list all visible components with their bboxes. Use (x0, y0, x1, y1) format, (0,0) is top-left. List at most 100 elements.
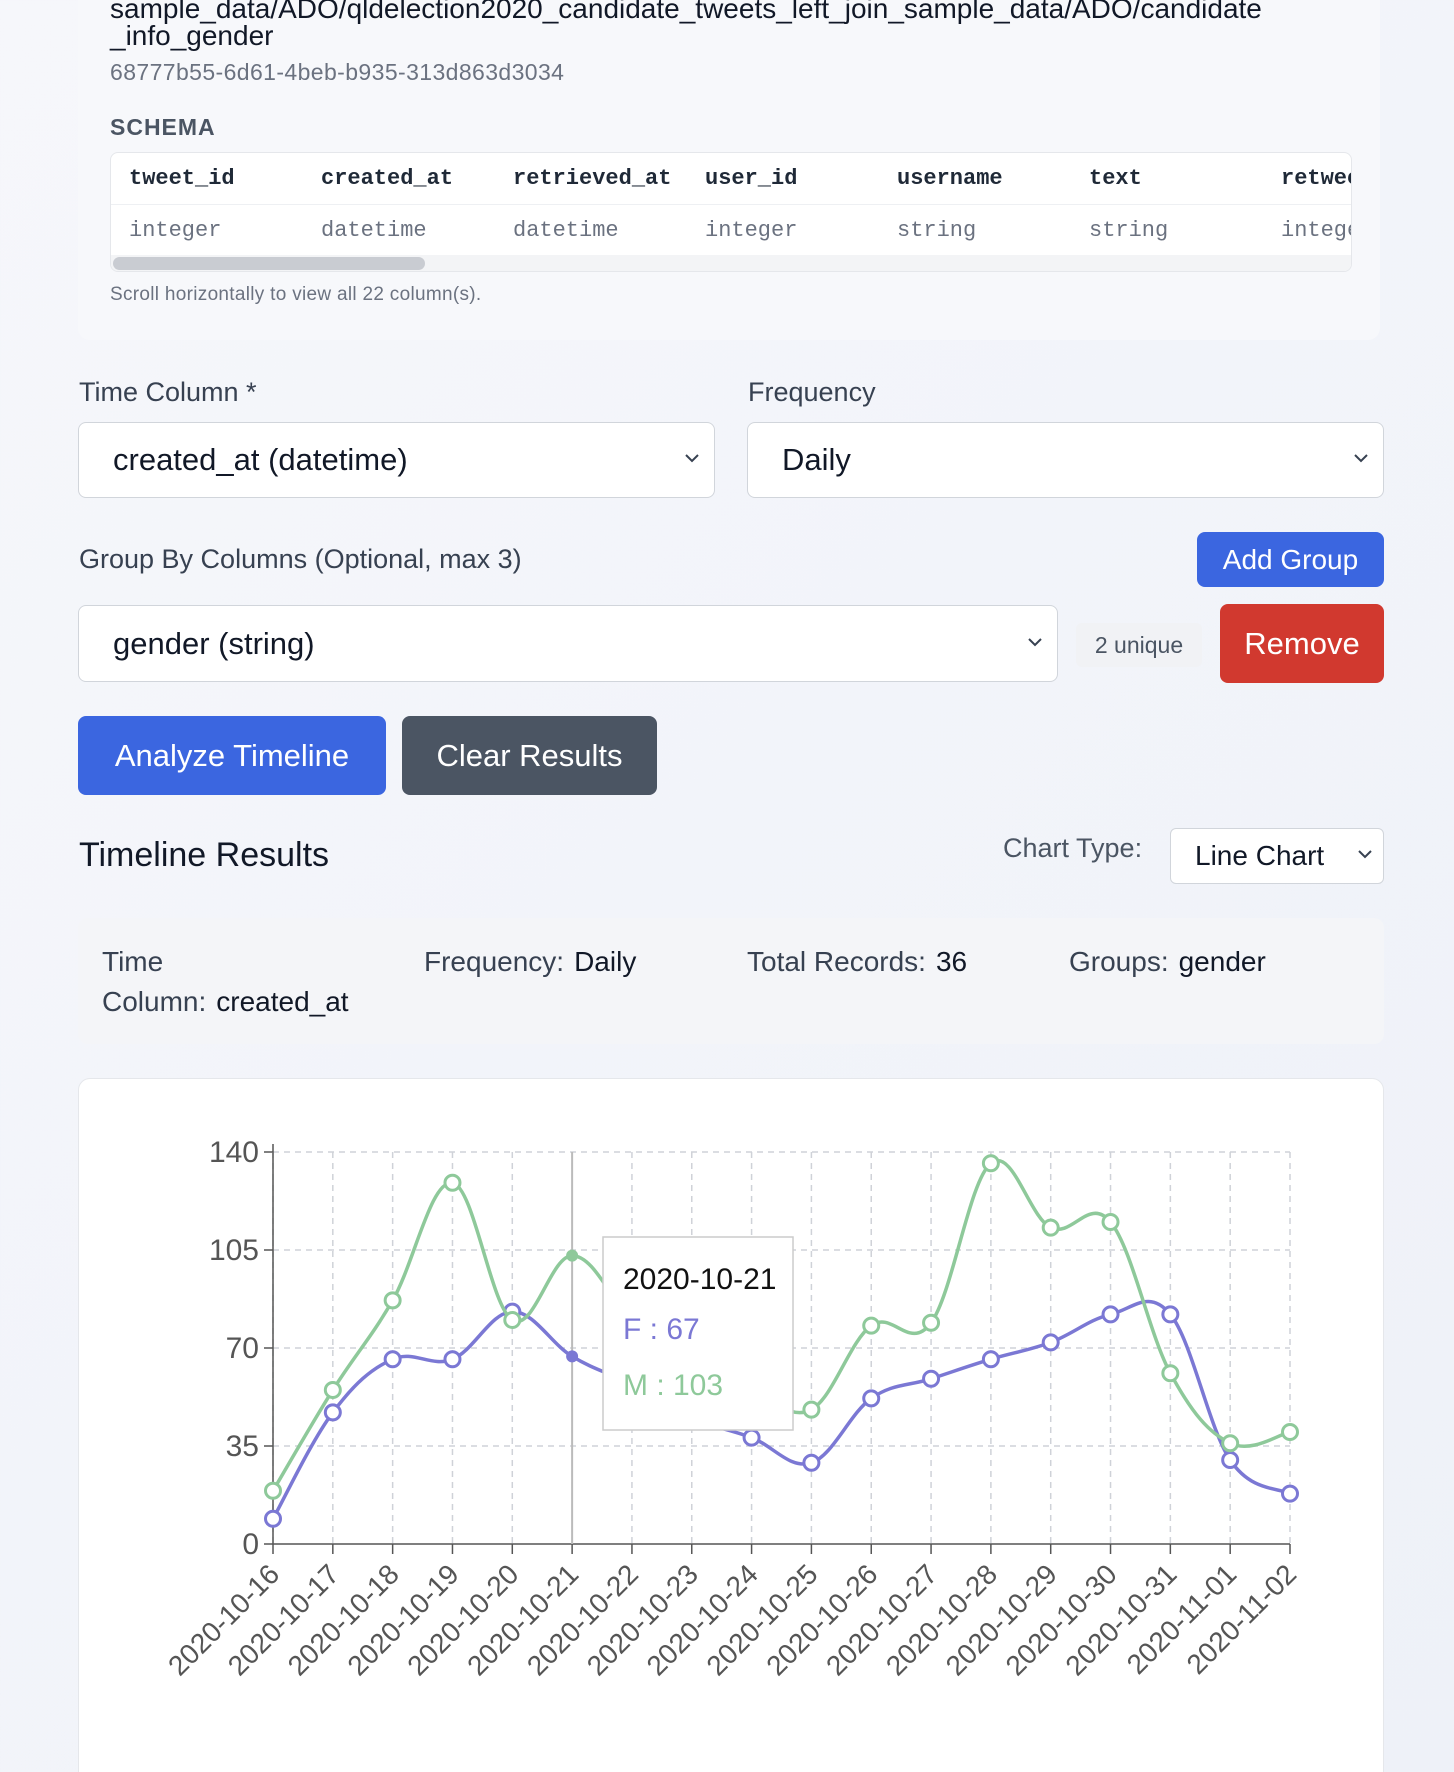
schema-column-type: string (1089, 218, 1169, 243)
data-point (1161, 1364, 1180, 1383)
data-point (802, 1400, 821, 1419)
data-point (802, 1453, 821, 1472)
summary-time-value: created_at (216, 986, 349, 1017)
summary-total-value: 36 (935, 946, 968, 977)
remove-group-button[interactable]: Remove (1220, 604, 1384, 683)
data-point (323, 1403, 342, 1422)
group-by-select[interactable]: gender (string) (78, 605, 1058, 682)
analyze-timeline-button[interactable]: Analyze Timeline (78, 716, 386, 795)
horizontal-scrollbar[interactable] (111, 255, 1351, 271)
summary-frequency-label: Frequency: (424, 946, 565, 977)
schema-column-name: username (897, 166, 1003, 191)
schema-table[interactable]: tweet_id created_at retrieved_at user_id use… (110, 152, 1352, 272)
schema-label: SCHEMA (110, 114, 216, 140)
group-by-label: Group By Columns (Optional, max 3) (79, 544, 522, 574)
data-point (1221, 1451, 1240, 1469)
data-point (1281, 1484, 1299, 1503)
chart-card: 0 35 70 105 140 2020-10-16 2020-10-17 2020-10-1… (78, 1078, 1384, 1772)
summary-frequency-value: Daily (574, 946, 637, 977)
tooltip-series-m: M : 103 (623, 1369, 723, 1402)
data-point (922, 1313, 941, 1332)
summary-groups-value: gender (1178, 946, 1266, 977)
frequency-value: Daily (782, 442, 851, 477)
y-tick-label: 35 (226, 1430, 259, 1463)
data-point (383, 1291, 402, 1310)
schema-column-type: integer (705, 218, 798, 243)
data-point (1101, 1305, 1120, 1324)
unique-count-badge: 2 unique (1076, 623, 1202, 667)
summary-frequency: Frequency: Daily (424, 942, 636, 982)
summary-time-column: Time Column: created_at (102, 942, 349, 1022)
chevron-down-icon (1357, 846, 1372, 860)
tooltip-date: 2020-10-21 (623, 1263, 776, 1296)
summary-total-label: Total Records: (747, 946, 926, 977)
data-point (862, 1316, 881, 1335)
results-summary: Time Column: created_at Frequency: Daily T… (78, 918, 1384, 1044)
frequency-label: Frequency (748, 377, 876, 407)
clear-results-button[interactable]: Clear Results (402, 716, 657, 795)
data-point (443, 1173, 462, 1192)
data-point (862, 1389, 881, 1408)
y-tick-label: 70 (226, 1332, 259, 1365)
chevron-down-icon (1353, 450, 1368, 464)
data-point (742, 1428, 761, 1447)
schema-column-name: created_at (321, 166, 454, 191)
data-point (503, 1311, 522, 1329)
schema-header-row: tweet_id created_at retrieved_at user_id use… (111, 153, 1351, 205)
data-point (981, 1154, 1000, 1173)
time-column-label: Time Column * (79, 377, 257, 407)
schema-type-row: integer datetime datetime integer string stri… (111, 205, 1351, 257)
data-point (323, 1381, 342, 1399)
chart-type-value: Line Chart (1195, 840, 1325, 871)
dataset-path-continued: _info_gender (110, 20, 274, 51)
data-point-active (566, 1249, 579, 1262)
data-point (981, 1350, 1000, 1369)
data-point (1041, 1333, 1060, 1352)
data-point (922, 1369, 941, 1388)
schema-column-name: retweet (1281, 166, 1351, 191)
group-by-value: gender (string) (113, 625, 315, 661)
schema-column-name: retrieved_at (513, 166, 672, 191)
data-point (443, 1350, 462, 1369)
y-tick-label: 105 (209, 1234, 259, 1267)
data-point (1281, 1423, 1299, 1441)
schema-column-name: text (1089, 166, 1142, 191)
schema-column-type: integer (129, 218, 222, 243)
timeline-chart[interactable]: 035701051402020-10-162020-10-172020-10-1… (79, 1079, 1385, 1772)
summary-time-label-2: Column: (102, 986, 207, 1017)
schema-column-type: integer (1281, 218, 1351, 243)
data-point (264, 1481, 282, 1500)
frequency-select[interactable]: Daily (747, 422, 1384, 498)
summary-time-label: Time (102, 946, 164, 977)
chart-type-label: Chart Type: (1003, 833, 1143, 863)
schema-column-type: datetime (321, 218, 427, 243)
results-title: Timeline Results (79, 836, 330, 874)
dataset-id: 68777b55-6d61-4beb-b935-313d863d3034 (110, 59, 565, 85)
data-point (383, 1350, 402, 1369)
schema-column-name: user_id (705, 166, 798, 191)
tooltip-series-f: F : 67 (623, 1313, 700, 1346)
scrollbar-thumb[interactable] (113, 257, 425, 270)
add-group-button[interactable]: Add Group (1197, 532, 1384, 587)
dataset-path: sample_data/ADO/qldelection2020_candidat… (110, 0, 1262, 24)
time-column-select[interactable]: created_at (datetime) (78, 422, 715, 498)
scroll-hint: Scroll horizontally to view all 22 colum… (110, 284, 482, 305)
summary-groups: Groups: gender (1069, 942, 1266, 982)
time-column-value: created_at (datetime) (113, 442, 408, 477)
schema-column-type: datetime (513, 218, 619, 243)
chevron-down-icon (684, 450, 699, 464)
summary-total-records: Total Records: 36 (747, 942, 967, 982)
y-tick-label: 140 (209, 1136, 259, 1169)
data-point (1161, 1305, 1180, 1324)
chart-type-select[interactable]: Line Chart (1170, 828, 1384, 884)
data-point (1041, 1218, 1060, 1237)
data-point (1221, 1434, 1240, 1453)
data-point-active (566, 1350, 579, 1363)
data-point (264, 1509, 282, 1528)
schema-column-name: tweet_id (129, 166, 235, 191)
schema-column-type: string (897, 218, 977, 243)
summary-groups-label: Groups: (1069, 946, 1169, 977)
data-point (1101, 1213, 1120, 1231)
y-tick-label: 0 (242, 1528, 259, 1561)
chevron-down-icon (1027, 634, 1042, 648)
